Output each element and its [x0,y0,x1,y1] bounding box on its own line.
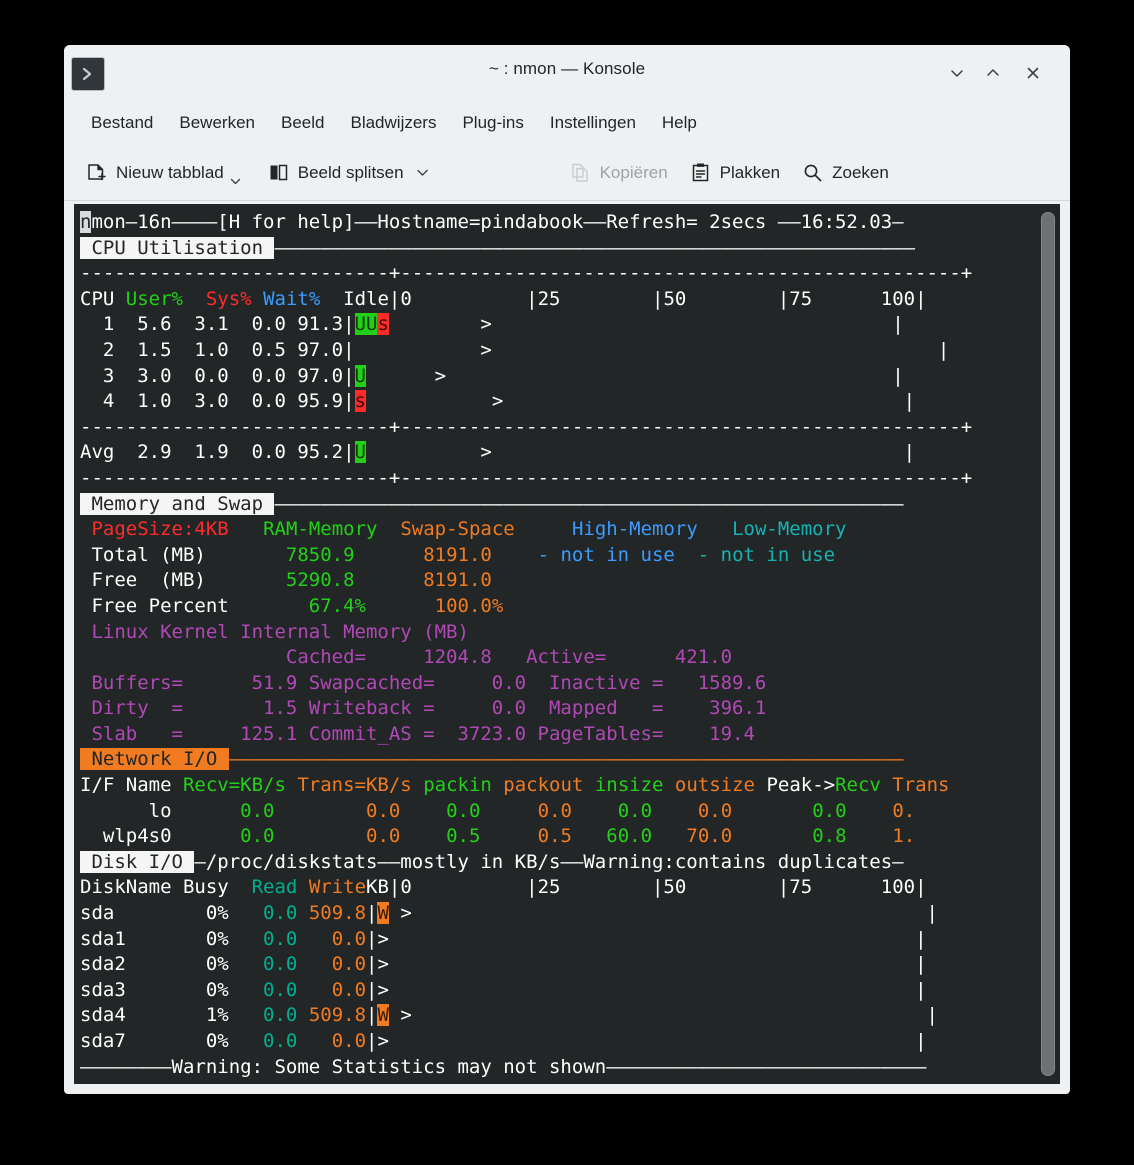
disk-row-sda1: sda1 0% 0.0 0.0|> | [80,927,927,950]
memory-kernel-title: Linux Kernel Internal Memory (MB) [80,620,469,643]
disk-row-sda4: sda4 1% 0.0 509.8|W > | [80,1004,938,1027]
menu-item-beeld[interactable]: Beeld [268,110,337,136]
section-title-network: Network I/O [80,748,229,771]
footer-warning-line: ————————Warning: Some Statistics may not… [80,1055,927,1078]
find-label: Zoeken [832,162,889,182]
terminal-cursor: n [80,211,92,233]
memory-kernel-row-4: Slab = 125.1 Commit_AS = 3723.0 PageTabl… [80,722,755,745]
split-view-icon [268,162,289,183]
memory-row-free: Free (MB) 5290.8 8191.0 [80,569,492,592]
copy-icon [570,162,591,183]
search-icon [802,162,823,183]
memory-header-row: PageSize:4KB RAM-Memory Swap-Space High-… [91,518,847,541]
cpu-row-1: 1 5.6 3.1 0.0 91.3|UUs > | [80,313,904,336]
close-icon[interactable] [1018,59,1048,87]
menubar: Bestand Bewerken Beeld Bladwijzers Plug-… [64,101,1070,145]
menu-item-instellingen[interactable]: Instellingen [537,110,649,136]
network-row-wlp4s0: wlp4s0 0.0 0.0 0.5 0.5 60.0 70.0 0.8 1. [80,825,916,848]
terminal-scrollbar-thumb[interactable] [1041,212,1055,1076]
paste-icon [690,162,711,183]
split-view-chevron-down-icon[interactable] [415,165,430,180]
terminal-scrollbar[interactable] [1036,204,1060,1084]
network-title-rule: ————————————————————————————————————————… [228,748,904,771]
toolbar: Nieuw tabblad Beeld splitsen Kopiëren Pl… [64,145,1070,201]
cpu-header-row: CPU User% Sys% Wait% Idle|0 |25 |50 |75 … [80,287,927,310]
memory-kernel-row-1: Cached= 1204.8 Active= 421.0 [80,646,733,669]
menu-item-help[interactable]: Help [649,110,710,136]
new-tab-chevron-down-icon[interactable] [229,175,242,188]
paste-button[interactable]: Plakken [682,156,788,189]
menu-item-bewerken[interactable]: Bewerken [166,110,268,136]
network-header-row: I/F Name Recv=KB/s Trans=KB/s packin pac… [80,774,950,797]
cpu-divider-mid: ---------------------------+------------… [80,415,973,438]
disk-row-sda: sda 0% 0.0 509.8|W > | [80,902,938,925]
disk-header-row: DiskName Busy Read WriteKB|0 |25 |50 |75… [80,876,927,899]
memory-title-rule: ————————————————————————————————————————… [274,492,904,515]
konsole-window: ~ : nmon — Konsole Bestand Bewerken Beel… [64,45,1070,1094]
disk-title-rule: —/proc/diskstats——mostly in KB/s——Warnin… [194,850,904,873]
new-tab-button[interactable]: Nieuw tabblad [78,156,254,189]
copy-button[interactable]: Kopiëren [562,156,676,189]
cpu-row-avg: Avg 2.9 1.9 0.0 95.2|U > | [80,441,916,464]
menu-item-plugins[interactable]: Plug-ins [449,110,536,136]
memory-kernel-row-2: Buffers= 51.9 Swapcached= 0.0 Inactive =… [80,671,767,694]
maximize-icon[interactable] [978,59,1008,87]
nmon-output: nmon—16n————[H for help]——Hostname=pinda… [74,208,1036,1080]
disk-row-sda2: sda2 0% 0.0 0.0|> | [80,953,927,976]
memory-row-total: Total (MB) 7850.9 8191.0 - not in use - … [80,543,836,566]
disk-row-sda7: sda7 0% 0.0 0.0|> | [80,1030,927,1052]
split-view-button[interactable]: Beeld splitsen [260,156,438,189]
copy-label: Kopiëren [599,162,668,182]
window-title: ~ : nmon — Konsole [488,59,646,78]
menu-item-bladwijzers[interactable]: Bladwijzers [337,110,449,136]
cpu-title-rule: ————————————————————————————————————————… [274,236,916,259]
disk-row-sda3: sda3 0% 0.0 0.0|> | [80,978,927,1001]
find-button[interactable]: Zoeken [794,156,897,189]
cpu-divider-bot: ---------------------------+------------… [80,466,973,489]
new-tab-label: Nieuw tabblad [116,162,224,182]
paste-label: Plakken [719,162,781,182]
nmon-header-line: mon—16n————[H for help]——Hostname=pindab… [91,211,904,233]
menu-item-bestand[interactable]: Bestand [78,110,166,136]
cpu-row-4: 4 1.0 3.0 0.0 95.9|s > | [80,390,916,413]
section-title-memory: Memory and Swap [80,492,275,515]
section-title-cpu: CPU Utilisation [80,236,275,259]
split-view-label: Beeld splitsen [297,162,404,182]
cpu-row-2: 2 1.5 1.0 0.5 97.0| > | [80,338,950,361]
section-title-disk: Disk I/O [80,850,195,873]
memory-kernel-row-3: Dirty = 1.5 Writeback = 0.0 Mapped = 396… [80,697,767,720]
terminal-area: nmon—16n————[H for help]——Hostname=pinda… [74,204,1060,1084]
memory-row-freepct: Free Percent 67.4% 100.0% [80,594,504,617]
minimize-icon[interactable] [942,59,972,87]
terminal-screen[interactable]: nmon—16n————[H for help]——Hostname=pinda… [74,204,1036,1084]
cpu-row-3: 3 3.0 0.0 0.0 97.0|U > | [80,364,904,387]
network-row-lo: lo 0.0 0.0 0.0 0.0 0.0 0.0 0.0 0. [80,799,916,822]
new-tab-icon [86,162,107,183]
cpu-divider-top: ---------------------------+------------… [80,262,973,285]
window-titlebar[interactable]: ~ : nmon — Konsole [64,45,1070,101]
